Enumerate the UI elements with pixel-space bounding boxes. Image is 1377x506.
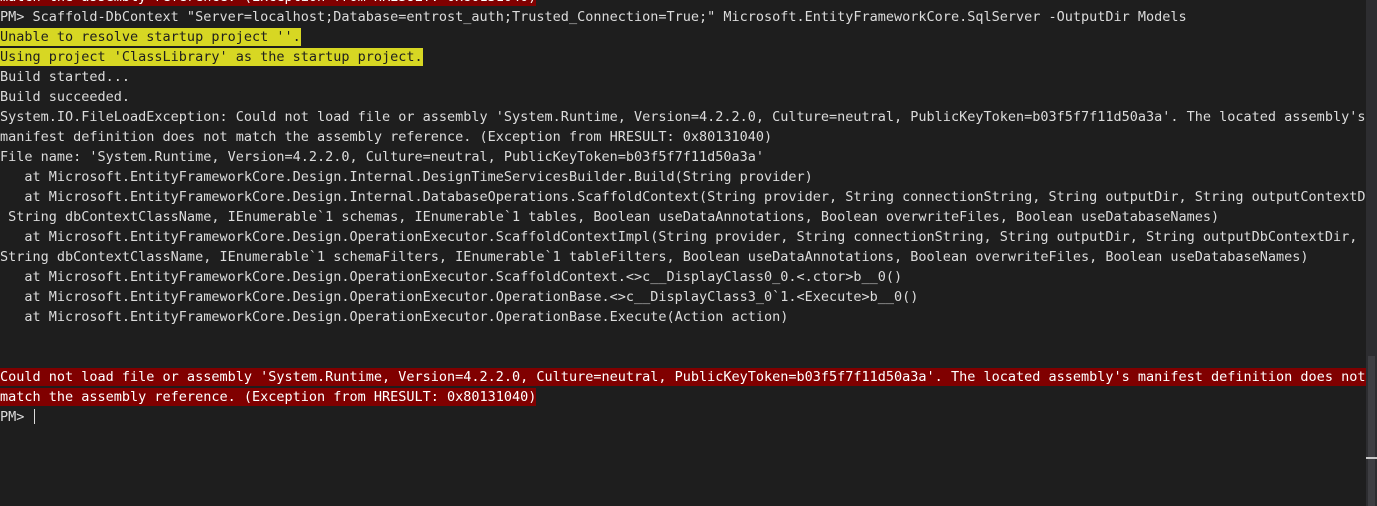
console-line: at Microsoft.EntityFrameworkCore.Design.… bbox=[0, 267, 1366, 287]
console-error-text: Could not load file or assembly 'System.… bbox=[0, 368, 1366, 386]
console-line: at Microsoft.EntityFrameworkCore.Design.… bbox=[0, 307, 1366, 327]
console-line-text: Build started... bbox=[0, 69, 131, 85]
console-line-text: at Microsoft.EntityFrameworkCore.Design.… bbox=[0, 189, 1366, 205]
console-line-text: at Microsoft.EntityFrameworkCore.Design.… bbox=[0, 229, 1358, 245]
console-line: String dbContextClassName, IEnumerable`1… bbox=[0, 247, 1366, 267]
console-line: File name: 'System.Runtime, Version=4.2.… bbox=[0, 147, 1366, 167]
console-line: String dbContextClassName, IEnumerable`1… bbox=[0, 207, 1366, 227]
console-warning-text: Using project 'ClassLibrary' as the star… bbox=[0, 48, 423, 66]
console-output: match the assembly reference. (Exception… bbox=[0, 0, 1366, 407]
console-line: at Microsoft.EntityFrameworkCore.Design.… bbox=[0, 287, 1366, 307]
console-line-text: String dbContextClassName, IEnumerable`1… bbox=[0, 209, 1220, 225]
console-line-text: System.IO.FileLoadException: Could not l… bbox=[0, 109, 1366, 125]
console-line-text: at Microsoft.EntityFrameworkCore.Design.… bbox=[0, 289, 919, 305]
console-line: System.IO.FileLoadException: Could not l… bbox=[0, 107, 1366, 127]
console-line-text: Build succeeded. bbox=[0, 89, 131, 105]
console-prompt-line[interactable]: PM> bbox=[0, 407, 1366, 427]
console-error-text: match the assembly reference. (Exception… bbox=[0, 388, 537, 406]
console-line-text: at Microsoft.EntityFrameworkCore.Design.… bbox=[0, 269, 903, 285]
console-line: at Microsoft.EntityFrameworkCore.Design.… bbox=[0, 227, 1366, 247]
console-line: at Microsoft.EntityFrameworkCore.Design.… bbox=[0, 167, 1366, 187]
vertical-scrollbar[interactable] bbox=[1366, 0, 1377, 506]
console-line: match the assembly reference. (Exception… bbox=[0, 0, 1366, 7]
console-line: match the assembly reference. (Exception… bbox=[0, 387, 1366, 407]
console-line-text: manifest definition does not match the a… bbox=[0, 129, 773, 145]
console-line: Build started... bbox=[0, 67, 1366, 87]
console-line-text: PM> Scaffold-DbContext "Server=localhost… bbox=[0, 9, 1187, 25]
console-line-text: at Microsoft.EntityFrameworkCore.Design.… bbox=[0, 309, 789, 325]
console-line: Build succeeded. bbox=[0, 87, 1366, 107]
console-line-text: File name: 'System.Runtime, Version=4.2.… bbox=[0, 149, 765, 165]
scrollbar-caret-marker bbox=[1366, 457, 1377, 459]
console-line: at Microsoft.EntityFrameworkCore.Design.… bbox=[0, 187, 1366, 207]
console-line: PM> Scaffold-DbContext "Server=localhost… bbox=[0, 7, 1366, 27]
console-line: Unable to resolve startup project ''. bbox=[0, 27, 1366, 47]
console-prompt: PM> bbox=[0, 409, 33, 425]
scrollbar-thumb[interactable] bbox=[1368, 356, 1375, 506]
console-line: Could not load file or assembly 'System.… bbox=[0, 367, 1366, 387]
console-line: manifest definition does not match the a… bbox=[0, 127, 1366, 147]
console-line-text: at Microsoft.EntityFrameworkCore.Design.… bbox=[0, 169, 813, 185]
text-caret bbox=[33, 409, 35, 424]
console-warning-text: Unable to resolve startup project ''. bbox=[0, 28, 301, 46]
console-line: Using project 'ClassLibrary' as the star… bbox=[0, 47, 1366, 67]
console-error-text: match the assembly reference. (Exception… bbox=[0, 0, 537, 6]
package-manager-console[interactable]: match the assembly reference. (Exception… bbox=[0, 0, 1366, 506]
console-line-text: String dbContextClassName, IEnumerable`1… bbox=[0, 249, 1309, 265]
